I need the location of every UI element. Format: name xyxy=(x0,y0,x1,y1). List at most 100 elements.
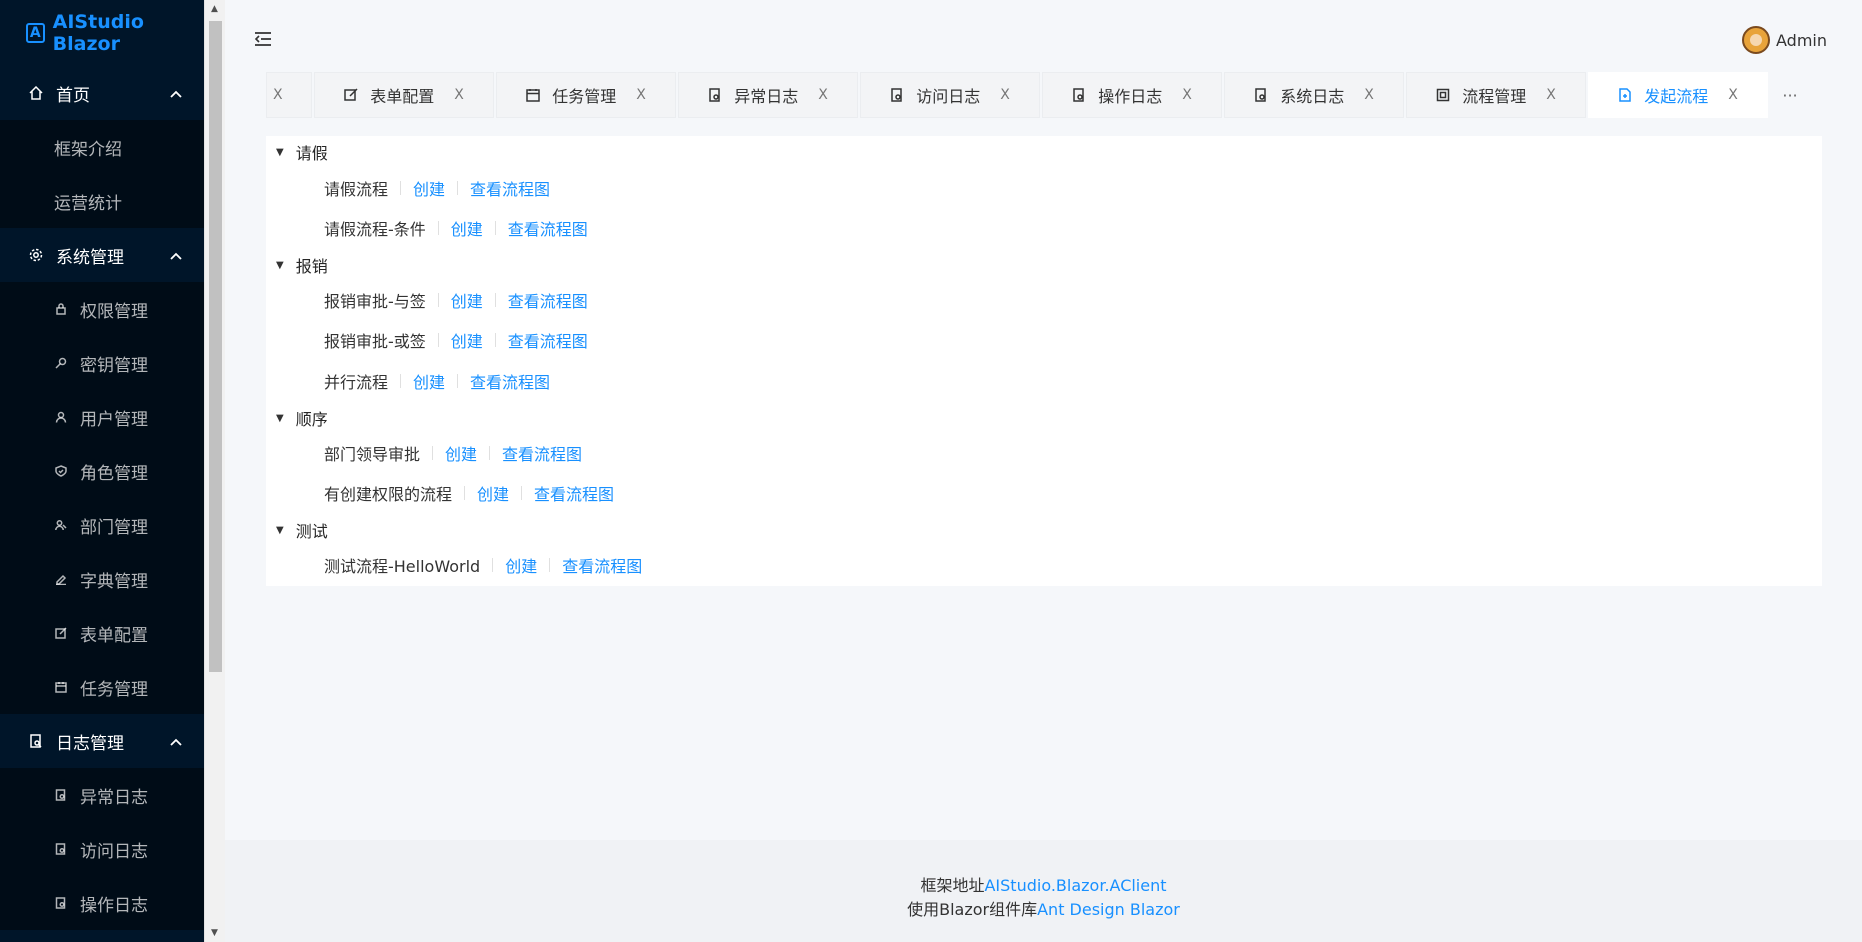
tab-start-flow[interactable]: 发起流程 X xyxy=(1588,72,1768,118)
log-icon xyxy=(54,842,68,856)
sidebar-item-user[interactable]: 用户管理 xyxy=(0,390,204,444)
tab-system-log[interactable]: 系统日志 X xyxy=(1224,72,1404,118)
scroll-down-arrow-icon[interactable]: ▼ xyxy=(211,928,218,938)
view-diagram-link[interactable]: 查看流程图 xyxy=(534,481,614,505)
flow-name: 并行流程 xyxy=(324,373,389,392)
tab-form-config[interactable]: 表单配置 X xyxy=(314,72,494,118)
category-label: 测试 xyxy=(295,522,328,541)
view-diagram-link[interactable]: 查看流程图 xyxy=(508,328,588,352)
framework-link[interactable]: AIStudio.Blazor.AClient xyxy=(984,876,1166,895)
sidebar-item-intro[interactable]: 框架介绍 xyxy=(0,120,204,174)
create-link[interactable]: 创建 xyxy=(477,481,509,505)
sidebar-item-operation-log[interactable]: 操作日志 xyxy=(0,876,204,930)
divider xyxy=(489,446,491,460)
user-menu[interactable]: Admin xyxy=(1742,26,1827,54)
close-icon[interactable]: X xyxy=(1000,87,1010,103)
close-icon[interactable]: X xyxy=(1546,87,1556,103)
close-icon[interactable]: X xyxy=(636,87,646,103)
sidebar-item-label: 用户管理 xyxy=(80,409,148,430)
tab-label: 表单配置 xyxy=(370,87,435,106)
sidebar-item-label: 字典管理 xyxy=(80,571,148,592)
sidebar-scrollbar[interactable]: ▲ ▼ xyxy=(204,0,225,942)
tab-operation-log[interactable]: 操作日志 X xyxy=(1042,72,1222,118)
chevron-up-icon xyxy=(170,83,182,103)
close-icon[interactable]: X xyxy=(454,87,464,103)
divider xyxy=(521,486,523,500)
create-link[interactable]: 创建 xyxy=(413,369,445,393)
app-logo[interactable]: A AIStudio Blazor xyxy=(0,0,204,66)
tab-bar: X 表单配置 X 任务管理 X 异常日志 X 访问日志 X 操作日志 X 系统日… xyxy=(266,72,1862,118)
sidebar-group-log: 日志管理 异常日志 访问日志 操作日志 xyxy=(0,714,204,930)
sidebar-item-task[interactable]: 任务管理 xyxy=(0,660,204,714)
view-diagram-link[interactable]: 查看流程图 xyxy=(562,553,642,577)
create-link[interactable]: 创建 xyxy=(451,216,483,240)
category-sequence[interactable]: ▼ 顺序 xyxy=(276,406,328,430)
tab-access-log[interactable]: 访问日志 X xyxy=(860,72,1040,118)
category-test[interactable]: ▼ 测试 xyxy=(276,518,328,542)
close-icon[interactable]: X xyxy=(1364,87,1374,103)
close-icon[interactable]: X xyxy=(818,87,828,103)
tab-flow-management[interactable]: 流程管理 X xyxy=(1406,72,1586,118)
scrollbar-thumb[interactable] xyxy=(209,21,222,672)
create-link[interactable]: 创建 xyxy=(451,328,483,352)
category-label: 报销 xyxy=(295,257,328,276)
tab-partial[interactable]: X xyxy=(266,72,312,118)
log-icon xyxy=(708,88,722,102)
create-link[interactable]: 创建 xyxy=(505,553,537,577)
divider xyxy=(457,374,459,388)
close-icon[interactable]: X xyxy=(1728,87,1738,103)
sidebar-item-exception-log[interactable]: 异常日志 xyxy=(0,768,204,822)
sidebar-item-stats[interactable]: 运营统计 xyxy=(0,174,204,228)
sidebar-item-role[interactable]: 角色管理 xyxy=(0,444,204,498)
sidebar-item-label: 密钥管理 xyxy=(80,355,148,376)
chevron-up-icon xyxy=(170,731,182,751)
caret-down-icon[interactable]: ▼ xyxy=(276,525,284,536)
create-link[interactable]: 创建 xyxy=(451,288,483,312)
sidebar-group-title-system[interactable]: 系统管理 xyxy=(0,228,204,282)
caret-down-icon[interactable]: ▼ xyxy=(276,413,284,424)
create-link[interactable]: 创建 xyxy=(445,441,477,465)
divider xyxy=(464,486,466,500)
category-reimbursement[interactable]: ▼ 报销 xyxy=(276,253,328,277)
sidebar-group-label: 日志管理 xyxy=(56,733,124,754)
flow-item: 报销审批-与签 创建 查看流程图 xyxy=(324,288,588,312)
lock-icon xyxy=(54,302,68,316)
sidebar-group-title-home[interactable]: 首页 xyxy=(0,66,204,120)
view-diagram-link[interactable]: 查看流程图 xyxy=(470,369,550,393)
sidebar-item-form-config[interactable]: 表单配置 xyxy=(0,606,204,660)
sidebar-item-department[interactable]: 部门管理 xyxy=(0,498,204,552)
tab-task[interactable]: 任务管理 X xyxy=(496,72,676,118)
view-diagram-link[interactable]: 查看流程图 xyxy=(502,441,582,465)
sidebar-item-permission[interactable]: 权限管理 xyxy=(0,282,204,336)
category-leave[interactable]: ▼ 请假 xyxy=(276,140,328,164)
tab-more-button[interactable]: ··· xyxy=(1770,72,1810,118)
caret-down-icon[interactable]: ▼ xyxy=(276,260,284,271)
close-icon[interactable]: X xyxy=(1182,87,1192,103)
divider xyxy=(494,221,496,235)
sidebar-item-label: 访问日志 xyxy=(80,841,148,862)
sidebar-item-access-log[interactable]: 访问日志 xyxy=(0,822,204,876)
footer-line-framework: 框架地址AIStudio.Blazor.AClient xyxy=(225,872,1862,896)
log-icon xyxy=(54,896,68,910)
sidebar-item-label: 操作日志 xyxy=(80,895,148,916)
user-icon xyxy=(54,410,68,424)
view-diagram-link[interactable]: 查看流程图 xyxy=(508,216,588,240)
create-link[interactable]: 创建 xyxy=(413,176,445,200)
close-icon[interactable]: X xyxy=(273,87,283,103)
library-link[interactable]: Ant Design Blazor xyxy=(1037,900,1180,919)
sidebar-item-dictionary[interactable]: 字典管理 xyxy=(0,552,204,606)
flow-name: 部门领导审批 xyxy=(324,445,421,464)
menu-fold-icon[interactable] xyxy=(254,31,272,47)
flow-icon xyxy=(1436,88,1450,102)
scroll-up-arrow-icon[interactable]: ▲ xyxy=(211,4,218,14)
sidebar-item-key[interactable]: 密钥管理 xyxy=(0,336,204,390)
edit-icon xyxy=(54,626,68,640)
caret-down-icon[interactable]: ▼ xyxy=(276,147,284,158)
sidebar-group-title-log[interactable]: 日志管理 xyxy=(0,714,204,768)
footer: 框架地址AIStudio.Blazor.AClient 使用Blazor组件库A… xyxy=(225,840,1862,942)
divider xyxy=(437,293,439,307)
view-diagram-link[interactable]: 查看流程图 xyxy=(470,176,550,200)
view-diagram-link[interactable]: 查看流程图 xyxy=(508,288,588,312)
tab-exception-log[interactable]: 异常日志 X xyxy=(678,72,858,118)
calendar-icon xyxy=(54,680,68,694)
